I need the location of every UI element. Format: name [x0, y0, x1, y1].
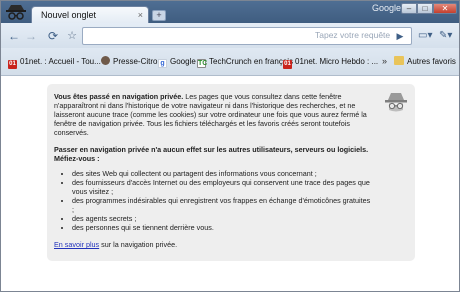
intro-bold: Vous êtes passé en navigation privée. [54, 92, 184, 101]
bookmark-label: 01net. Micro Hebdo : ... [295, 57, 379, 66]
folder-icon [394, 56, 404, 65]
learn-more-paragraph: En savoir plus sur la navigation privée. [54, 240, 373, 249]
tab-nouvel-onglet[interactable]: Nouvel onglet × [31, 6, 149, 24]
incognito-spy-icon [383, 90, 409, 114]
incognito-badge-icon [5, 2, 27, 22]
warning-list: des sites Web qui collectent ou partagen… [72, 169, 373, 232]
list-item: des programmes indésirables qui enregist… [72, 196, 373, 214]
warning-heading-text: Passer en navigation privée n'a aucun ef… [54, 145, 369, 163]
tab-label: Nouvel onglet [41, 10, 97, 20]
bookmark-label: 01net. : Accueil - Tou... [20, 57, 101, 66]
warning-heading: Passer en navigation privée n'a aucun ef… [54, 145, 373, 163]
bookmark-label: Google [170, 57, 196, 66]
techcrunch-favicon-icon: TC [197, 59, 208, 68]
bookmark-01net-micro-hebdo[interactable]: 01 01net. Micro Hebdo : ... [283, 55, 378, 69]
list-item: des fournisseurs d'accès Internet ou des… [72, 178, 373, 196]
01net-favicon-icon: 01 [8, 60, 17, 69]
bookmarks-overflow-chevron-icon[interactable]: » [382, 54, 387, 68]
bookmark-presse-citron[interactable]: Presse-Citron [101, 55, 162, 69]
01net-favicon-icon: 01 [283, 60, 292, 69]
bookmark-star-icon[interactable]: ☆ [64, 28, 80, 44]
forward-button[interactable]: → [23, 28, 39, 44]
other-bookmarks-label: Autres favoris [407, 57, 456, 66]
maximize-button[interactable]: □ [417, 3, 433, 14]
bookmark-label: TechCrunch en français [209, 57, 294, 66]
intro-paragraph: Vous êtes passé en navigation privée. Le… [54, 92, 373, 137]
minimize-button[interactable]: – [401, 3, 417, 14]
incognito-info-panel: Vous êtes passé en navigation privée. Le… [47, 84, 415, 261]
list-item: des sites Web qui collectent ou partagen… [72, 169, 373, 178]
bookmarks-bar: 01 01net. : Accueil - Tou... Presse-Citro… [1, 48, 459, 76]
other-bookmarks-folder[interactable]: Autres favoris [394, 55, 456, 69]
browser-window: Nouvel onglet × + Google – □ ✕ ← → ⟳ ☆ T… [0, 0, 460, 292]
address-bar-placeholder: Tapez votre requête [315, 30, 391, 40]
tools-menu-button[interactable]: ✎▾ [439, 29, 457, 43]
list-item: des agents secrets ; [72, 214, 373, 223]
list-item: des personnes qui se tiennent derrière v… [72, 223, 373, 232]
google-favicon-icon: g [158, 59, 167, 68]
bookmark-01net-accueil[interactable]: 01 01net. : Accueil - Tou... [8, 55, 101, 69]
toolbar: ← → ⟳ ☆ Tapez votre requête ▶ ▭▾ ✎▾ [1, 23, 459, 48]
bookmark-techcrunch[interactable]: TC TechCrunch en français [197, 55, 293, 69]
bookmark-google[interactable]: g Google [158, 55, 196, 69]
close-window-button[interactable]: ✕ [433, 3, 457, 14]
page-content: Vous êtes passé en navigation privée. Le… [1, 77, 459, 291]
back-button[interactable]: ← [6, 28, 22, 44]
tab-strip: Nouvel onglet × + Google – □ ✕ [1, 1, 459, 24]
presse-citron-favicon-icon [101, 56, 110, 65]
new-tab-button[interactable]: + [152, 10, 166, 21]
reload-button[interactable]: ⟳ [45, 28, 61, 44]
learn-more-link[interactable]: En savoir plus [54, 240, 99, 249]
window-brand-label: Google [372, 3, 402, 13]
tab-close-icon[interactable]: × [138, 7, 143, 23]
bookmark-label: Presse-Citron [113, 57, 162, 66]
go-button[interactable]: ▶ [394, 30, 406, 42]
page-menu-button[interactable]: ▭▾ [418, 29, 436, 43]
learn-more-text: sur la navigation privée. [99, 240, 178, 249]
